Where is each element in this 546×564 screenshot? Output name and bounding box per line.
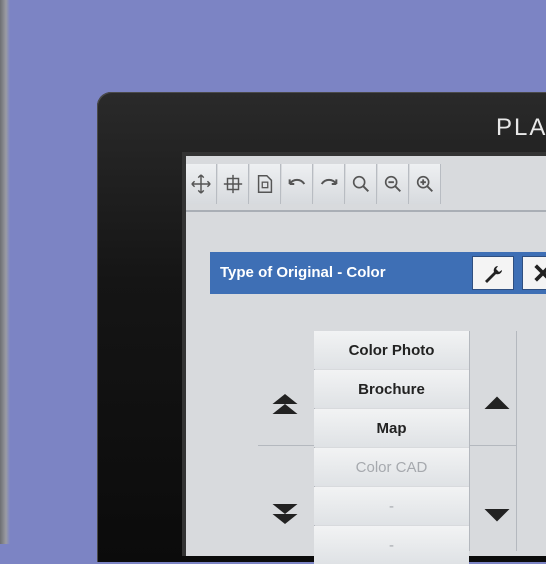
option-color-photo[interactable]: Color Photo: [314, 331, 469, 369]
redo-icon[interactable]: [314, 164, 345, 204]
zoom-icon[interactable]: [346, 164, 377, 204]
page-fit-icon[interactable]: [250, 164, 281, 204]
wrench-icon: [485, 266, 502, 283]
close-icon: [534, 264, 546, 282]
scroll-down-button[interactable]: [470, 477, 524, 551]
double-arrow-down-icon: [272, 504, 298, 524]
double-arrow-up-icon: [272, 394, 298, 414]
option-brochure[interactable]: Brochure: [314, 370, 469, 408]
background-edge: [0, 0, 10, 544]
original-type-list: Color Photo Brochure Map Color CAD - -: [258, 331, 518, 564]
option-map[interactable]: Map: [314, 409, 469, 447]
close-button[interactable]: [522, 256, 546, 290]
pan-icon[interactable]: [218, 164, 249, 204]
zoom-out-icon[interactable]: [378, 164, 409, 204]
wrench-button[interactable]: [472, 256, 514, 290]
arrow-up-icon: [484, 396, 510, 409]
list-divider: [258, 445, 314, 446]
undo-icon[interactable]: [282, 164, 313, 204]
scroll-bottom-button[interactable]: [258, 477, 312, 551]
toolbar: [186, 164, 546, 212]
option-empty: -: [314, 487, 469, 525]
option-empty: -: [314, 526, 469, 564]
touch-screen: Type of Original - Color Color Photo Bro…: [182, 152, 546, 564]
panel-header: Type of Original - Color: [210, 252, 546, 294]
list-divider: [469, 445, 516, 446]
panel-title: Type of Original - Color: [220, 264, 386, 281]
option-color-cad: Color CAD: [314, 448, 469, 486]
scroll-top-button[interactable]: [258, 367, 312, 441]
brand-logo: PLA: [496, 114, 546, 141]
zoom-in-icon[interactable]: [410, 164, 441, 204]
move-icon[interactable]: [186, 164, 217, 204]
arrow-down-icon: [484, 509, 510, 522]
scroll-up-button[interactable]: [470, 367, 524, 441]
